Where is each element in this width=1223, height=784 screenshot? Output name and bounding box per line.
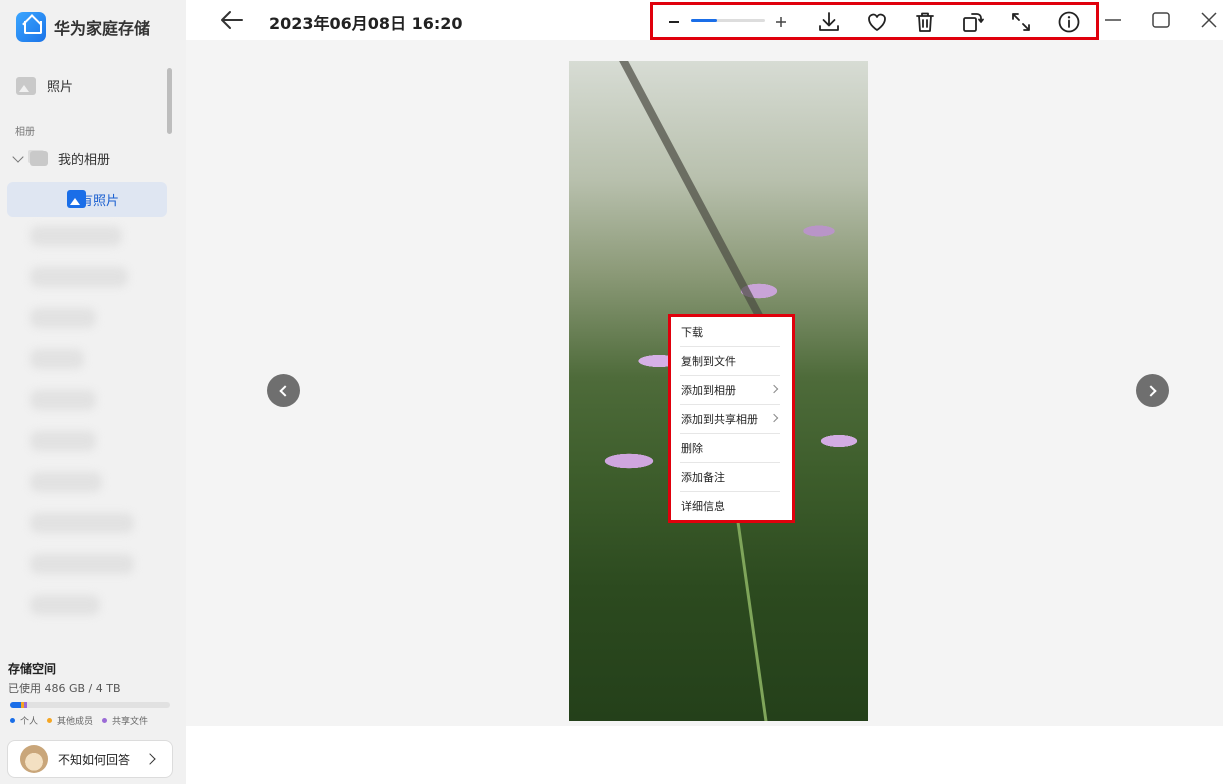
dot-icon	[47, 718, 53, 723]
menu-item-label: 添加到共享相册	[681, 412, 758, 426]
account-button[interactable]: 不知如何回答	[7, 740, 173, 778]
minimize-button[interactable]	[1099, 6, 1127, 34]
dot-icon	[10, 718, 15, 723]
storage-segment-personal	[10, 702, 21, 708]
heart-icon	[868, 13, 886, 31]
zoom-slider[interactable]	[691, 19, 765, 22]
sidebar-item-label: 我的相册	[58, 153, 111, 168]
menu-item-label: 删除	[681, 441, 703, 455]
sidebar: 华为家庭存储 照片 相册 我的相册 所有照片 存储空间 已使用 486 GB /…	[0, 0, 186, 784]
avatar	[20, 745, 48, 773]
app-header: 华为家庭存储	[16, 12, 150, 42]
list-item[interactable]	[30, 472, 102, 492]
info-button[interactable]	[1055, 8, 1083, 36]
close-button[interactable]	[1195, 6, 1223, 34]
chevron-right-icon	[769, 384, 779, 394]
legend-label: 其他成员	[57, 717, 94, 727]
account-name: 不知如何回答	[58, 752, 131, 767]
delete-button[interactable]	[911, 8, 939, 36]
sidebar-item-all-photos[interactable]: 所有照片	[7, 182, 167, 217]
list-item[interactable]	[30, 308, 96, 328]
storage-bar	[10, 702, 170, 708]
previous-photo-button[interactable]	[267, 374, 300, 407]
viewer-topbar: 2023年06月08日 16:20	[186, 0, 1223, 40]
storage-usage: 已使用 486 GB / 4 TB	[8, 682, 121, 695]
sidebar-scrollbar[interactable]	[167, 68, 172, 134]
chevron-left-icon	[279, 384, 291, 397]
legend-label: 个人	[20, 717, 39, 727]
next-photo-button[interactable]	[1136, 374, 1169, 407]
download-icon	[819, 12, 839, 31]
menu-item-label: 下载	[681, 325, 703, 339]
back-button[interactable]	[220, 10, 244, 30]
storage-title: 存储空间	[8, 662, 57, 676]
list-item[interactable]	[30, 595, 100, 615]
sidebar-item-my-albums[interactable]: 我的相册	[12, 149, 110, 168]
image-icon	[67, 190, 86, 208]
list-item[interactable]	[30, 267, 128, 287]
chevron-right-icon	[769, 413, 779, 423]
dot-icon	[102, 718, 108, 723]
favorite-button[interactable]	[863, 8, 891, 36]
image-icon	[16, 76, 36, 95]
zoom-in-button[interactable]	[767, 8, 795, 36]
menu-item-label: 详细信息	[681, 499, 725, 513]
legend-item: 个人	[10, 714, 38, 727]
chevron-right-icon	[144, 753, 156, 765]
viewer-toolbar	[650, 2, 1099, 40]
close-icon	[1201, 12, 1217, 28]
legend-label: 共享文件	[112, 717, 149, 727]
album-icon	[30, 151, 48, 166]
menu-item-label: 添加备注	[681, 470, 725, 484]
menu-item-add-to-shared-album[interactable]: 添加到共享相册	[671, 404, 792, 433]
menu-item-add-note[interactable]: 添加备注	[671, 462, 792, 491]
menu-item-label: 复制到文件	[681, 354, 736, 368]
storage-legend: 个人 其他成员 共享文件	[10, 714, 157, 727]
maximize-icon	[1152, 12, 1170, 28]
sidebar-item-photos[interactable]: 照片	[16, 76, 73, 95]
menu-item-delete[interactable]: 删除	[671, 433, 792, 462]
minimize-icon	[1105, 19, 1121, 21]
trash-icon	[916, 12, 934, 32]
storage-segment-shared	[24, 702, 27, 708]
list-item[interactable]	[30, 349, 84, 369]
expand-icon	[1012, 13, 1030, 31]
download-button[interactable]	[815, 8, 843, 36]
list-item[interactable]	[30, 513, 134, 533]
zoom-out-button[interactable]	[660, 8, 688, 36]
photo-viewer: 2023年06月08日 16:20 下载 复制到文件 添加到相册 添加到共享相册…	[186, 0, 1223, 784]
minus-icon	[669, 21, 679, 23]
home-storage-icon	[16, 12, 46, 42]
context-menu: 下载 复制到文件 添加到相册 添加到共享相册 删除 添加备注 详细信息	[668, 314, 795, 523]
legend-item: 共享文件	[102, 714, 148, 727]
rotate-icon	[963, 13, 984, 32]
menu-item-add-to-album[interactable]: 添加到相册	[671, 375, 792, 404]
legend-item: 其他成员	[47, 714, 93, 727]
rotate-button[interactable]	[959, 8, 987, 36]
list-item[interactable]	[30, 554, 134, 574]
menu-item-details[interactable]: 详细信息	[671, 491, 792, 520]
menu-item-copy-to-files[interactable]: 复制到文件	[671, 346, 792, 375]
blurred-album-list	[30, 226, 134, 636]
sidebar-item-label: 照片	[47, 80, 74, 95]
list-item[interactable]	[30, 431, 96, 451]
page-title: 2023年06月08日 16:20	[269, 14, 463, 33]
list-item[interactable]	[30, 390, 96, 410]
arrow-left-icon	[221, 11, 243, 29]
chevron-right-icon	[1145, 384, 1157, 397]
info-icon	[1058, 11, 1080, 33]
zoom-slider-fill	[691, 19, 717, 22]
list-item[interactable]	[30, 226, 122, 246]
maximize-button[interactable]	[1147, 6, 1175, 34]
section-label-albums: 相册	[15, 127, 35, 138]
menu-item-label: 添加到相册	[681, 383, 736, 397]
fullscreen-button[interactable]	[1007, 8, 1035, 36]
app-title: 华为家庭存储	[54, 19, 151, 38]
menu-item-download[interactable]: 下载	[671, 317, 792, 346]
chevron-down-icon[interactable]	[12, 151, 24, 163]
plus-icon	[776, 17, 786, 27]
